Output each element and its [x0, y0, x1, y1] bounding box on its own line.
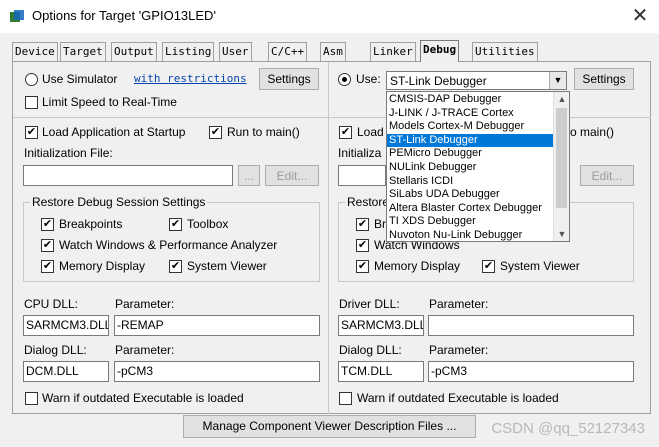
dropdown-item-jlink[interactable]: J-LINK / J-TRACE Cortex: [387, 107, 554, 121]
dropdown-item-pemicro[interactable]: PEMicro Debugger: [387, 147, 554, 161]
right-load-app-checkbox[interactable]: ✔: [339, 126, 352, 139]
warn-outdated-checkbox[interactable]: [25, 392, 38, 405]
right-dialog-param-label: Parameter:: [429, 343, 489, 357]
debugger-select-value: ST-Link Debugger: [390, 74, 487, 88]
dropdown-item-stellaris-icdi[interactable]: Stellaris ICDI: [387, 175, 554, 189]
system-viewer-checkbox[interactable]: ✔: [169, 260, 182, 273]
cpu-param-label: Parameter:: [115, 297, 175, 311]
load-app-checkbox[interactable]: ✔: [25, 126, 38, 139]
right-watch-windows-checkbox[interactable]: ✔: [356, 239, 369, 252]
init-file-edit-button[interactable]: Edit...: [265, 165, 319, 186]
system-viewer-label: System Viewer: [187, 259, 267, 273]
tab-target[interactable]: Target: [60, 42, 106, 61]
tab-listing[interactable]: Listing: [162, 42, 215, 61]
right-memory-display-checkbox[interactable]: ✔: [356, 260, 369, 273]
driver-param-input[interactable]: [428, 315, 634, 336]
debugger-settings-button[interactable]: Settings: [574, 68, 634, 90]
tab-output[interactable]: Output: [111, 42, 157, 61]
use-simulator-radio[interactable]: [25, 73, 38, 86]
dropdown-item-st-link[interactable]: ST-Link Debugger: [387, 133, 554, 148]
memory-display-label: Memory Display: [59, 259, 146, 273]
memory-display-checkbox[interactable]: ✔: [41, 260, 54, 273]
chevron-down-icon[interactable]: ▼: [549, 72, 566, 89]
debugger-dropdown-list: CMSIS-DAP Debugger J-LINK / J-TRACE Cort…: [386, 91, 570, 242]
use-debugger-radio[interactable]: [338, 73, 351, 86]
cpu-dll-input[interactable]: SARMCM3.DLL: [23, 315, 109, 336]
breakpoints-label: Breakpoints: [59, 217, 123, 231]
tab-asm[interactable]: Asm: [320, 42, 346, 61]
restore-settings-title: Restore Debug Session Settings: [30, 195, 208, 209]
csdn-watermark: CSDN @qq_52127343: [491, 420, 645, 437]
cpu-dll-label: CPU DLL:: [24, 297, 79, 311]
run-to-main-label: Run to main(): [227, 125, 300, 139]
watch-windows-checkbox[interactable]: ✔: [41, 239, 54, 252]
dialog-param-label: Parameter:: [115, 343, 175, 357]
watch-windows-label: Watch Windows & Performance Analyzer: [59, 238, 278, 252]
dialog-dll-input[interactable]: DCM.DLL: [23, 361, 109, 382]
tab-user[interactable]: User: [219, 42, 252, 61]
dropdown-item-nuvoton-nu-link[interactable]: Nuvoton Nu-Link Debugger: [387, 229, 554, 241]
right-warn-outdated-checkbox[interactable]: [339, 392, 352, 405]
keil-app-icon: [10, 10, 24, 22]
init-file-browse-button[interactable]: ...: [238, 165, 260, 186]
driver-dll-input[interactable]: SARMCM3.DLL: [338, 315, 424, 336]
init-file-input[interactable]: [23, 165, 233, 186]
warn-outdated-label: Warn if outdated Executable is loaded: [42, 391, 244, 405]
right-restore-settings-title: Restore: [345, 195, 392, 209]
close-icon[interactable]: ✕: [628, 4, 652, 28]
right-init-file-label: Initializa: [338, 146, 382, 160]
tab-debug[interactable]: Debug: [420, 40, 460, 62]
run-to-main-checkbox[interactable]: ✔: [209, 126, 222, 139]
manage-component-viewer-button[interactable]: Manage Component Viewer Description File…: [183, 415, 476, 438]
right-warn-outdated-label: Warn if outdated Executable is loaded: [357, 391, 559, 405]
driver-param-label: Parameter:: [429, 297, 489, 311]
toolbox-checkbox[interactable]: ✔: [169, 218, 182, 231]
tab-c-cpp[interactable]: C/C++: [268, 42, 308, 61]
dropdown-item-ti-xds[interactable]: TI XDS Debugger: [387, 215, 554, 229]
right-dialog-dll-label: Dialog DLL:: [339, 343, 402, 357]
dropdown-item-models-cortex-m[interactable]: Models Cortex-M Debugger: [387, 120, 554, 134]
limit-speed-label: Limit Speed to Real-Time: [42, 95, 177, 109]
right-load-app-label: Load: [357, 125, 384, 139]
use-simulator-label: Use Simulator: [42, 72, 118, 86]
dropdown-item-cmsis-dap[interactable]: CMSIS-DAP Debugger: [387, 93, 554, 107]
right-system-viewer-label: System Viewer: [500, 259, 580, 273]
right-system-viewer-checkbox[interactable]: ✔: [482, 260, 495, 273]
dropdown-item-altera-blaster[interactable]: Altera Blaster Cortex Debugger: [387, 202, 554, 216]
right-dialog-param-input[interactable]: -pCM3: [428, 361, 634, 382]
scroll-up-icon[interactable]: ▲: [554, 92, 569, 106]
dialog-param-input[interactable]: -pCM3: [114, 361, 320, 382]
simulator-settings-button[interactable]: Settings: [259, 68, 319, 90]
cpu-param-input[interactable]: -REMAP: [114, 315, 320, 336]
driver-dll-label: Driver DLL:: [339, 297, 400, 311]
toolbox-label: Toolbox: [187, 217, 229, 231]
dropdown-item-nulink[interactable]: NULink Debugger: [387, 161, 554, 175]
dropdown-item-silabs-uda[interactable]: SiLabs UDA Debugger: [387, 188, 554, 202]
dropdown-scrollbar[interactable]: ▲ ▼: [553, 92, 569, 241]
right-init-file-edit-button[interactable]: Edit...: [580, 165, 634, 186]
breakpoints-checkbox[interactable]: ✔: [41, 218, 54, 231]
tab-utilities[interactable]: Utilities: [472, 42, 538, 61]
debugger-select[interactable]: ST-Link Debugger ▼: [386, 71, 567, 90]
right-init-file-input[interactable]: [338, 165, 386, 186]
right-run-to-main-label: o main(): [570, 125, 615, 139]
load-app-label: Load Application at Startup: [42, 125, 186, 139]
scrollbar-thumb[interactable]: [556, 108, 567, 208]
dialog-dll-label: Dialog DLL:: [24, 343, 87, 357]
right-breakpoints-checkbox[interactable]: ✔: [356, 218, 369, 231]
init-file-label: Initialization File:: [24, 146, 113, 160]
tab-device[interactable]: Device: [12, 42, 58, 61]
column-divider: [328, 62, 329, 414]
scroll-down-icon[interactable]: ▼: [554, 227, 569, 241]
tab-linker[interactable]: Linker: [370, 42, 416, 61]
with-restrictions-link[interactable]: with restrictions: [134, 72, 247, 85]
use-debugger-label: Use:: [356, 72, 381, 86]
right-memory-display-label: Memory Display: [374, 259, 461, 273]
limit-speed-checkbox[interactable]: [25, 96, 38, 109]
right-dialog-dll-input[interactable]: TCM.DLL: [338, 361, 424, 382]
window-title: Options for Target 'GPIO13LED': [32, 8, 216, 23]
